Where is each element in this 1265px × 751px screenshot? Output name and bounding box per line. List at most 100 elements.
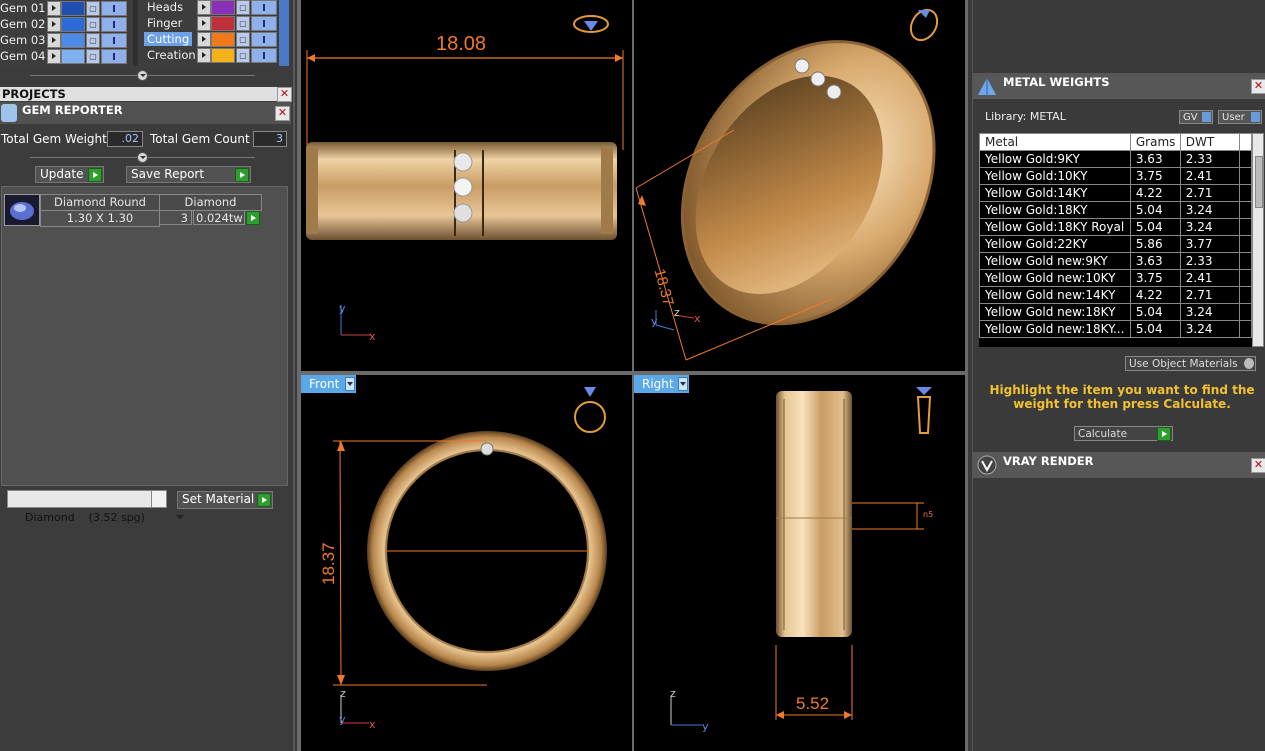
visibility-toggle-icon[interactable] <box>101 1 127 16</box>
gem-reporter-icon <box>1 104 17 122</box>
gem-layer-color[interactable] <box>61 1 85 16</box>
dwt-cell: 2.33 <box>1179 252 1241 270</box>
metal-row[interactable]: Yellow Gold:18KY Royal 5.04 3.24 <box>979 218 1252 236</box>
vray-render-title: VRAY RENDER <box>1003 454 1094 468</box>
gem-layer-label: Gem 04 <box>0 49 46 63</box>
svg-text:y: y <box>339 302 346 315</box>
viewport-right[interactable]: Right z y n5 5.52 <box>634 375 965 751</box>
metal-row[interactable]: Yellow Gold new:10KY 3.75 2.41 <box>979 269 1252 287</box>
chevron-down-icon[interactable] <box>151 491 184 519</box>
svg-text:y: y <box>339 713 346 726</box>
close-metal-weights-icon[interactable]: ✕ <box>1251 79 1265 94</box>
metal-row[interactable]: Yellow Gold new:9KY 3.63 2.33 <box>979 252 1252 270</box>
material-select[interactable]: Diamond (3.52 spg) <box>7 490 184 524</box>
set-material-button[interactable]: Set Material <box>177 491 273 509</box>
part-layer-row[interactable]: Creation ▢ <box>144 48 279 63</box>
calculate-button[interactable]: Calculate <box>1074 426 1173 441</box>
gem-layer-color[interactable] <box>61 33 85 48</box>
gem-layer-color[interactable] <box>61 49 85 64</box>
gem-layer-row[interactable]: Gem 01 ▢ <box>0 1 132 16</box>
collapse-knob[interactable] <box>137 70 148 81</box>
lock-icon[interactable]: ▢ <box>86 33 100 48</box>
grams-cell: 5.04 <box>1129 320 1181 338</box>
expand-arrow-icon[interactable] <box>47 17 61 32</box>
part-layer-color[interactable] <box>211 16 235 31</box>
dwt-cell: 3.77 <box>1179 235 1241 253</box>
gem-layer-row[interactable]: Gem 04 ▢ <box>0 49 132 64</box>
metal-row[interactable]: Yellow Gold new:18KY 5.04 3.24 <box>979 303 1252 321</box>
expand-arrow-icon[interactable] <box>197 32 211 47</box>
expand-arrow-icon[interactable] <box>47 33 61 48</box>
expand-arrow-icon[interactable] <box>47 1 61 16</box>
lock-icon[interactable]: ▢ <box>236 32 250 47</box>
visibility-toggle-icon[interactable] <box>101 17 127 32</box>
metal-name-cell: Yellow Gold new:14KY <box>979 286 1131 304</box>
metal-weights-header: METAL WEIGHTS ✕ <box>973 73 1265 99</box>
metal-name-cell: Yellow Gold new:18KY <box>979 303 1131 321</box>
metal-row[interactable]: Yellow Gold:9KY 3.63 2.33 <box>979 150 1252 168</box>
metal-row[interactable]: Yellow Gold new:14KY 4.22 2.71 <box>979 286 1252 304</box>
viewport-perspective[interactable]: y z x 18.37 <box>634 0 965 371</box>
close-gem-reporter-icon[interactable]: ✕ <box>275 106 290 121</box>
lock-icon[interactable]: ▢ <box>236 48 250 63</box>
metal-table-scrollbar[interactable] <box>1252 133 1264 347</box>
save-report-button[interactable]: Save Report <box>126 166 251 183</box>
lock-icon[interactable]: ▢ <box>86 1 100 16</box>
gem-row-go-icon[interactable] <box>246 211 260 225</box>
part-layer-color[interactable] <box>211 48 235 63</box>
expand-arrow-icon[interactable] <box>197 16 211 31</box>
svg-text:y: y <box>702 720 709 733</box>
lock-icon[interactable]: ▢ <box>86 17 100 32</box>
dwt-header[interactable]: DWT <box>1179 133 1241 151</box>
visibility-toggle-icon[interactable] <box>101 33 127 48</box>
part-layer-color[interactable] <box>211 0 235 15</box>
lock-icon[interactable]: ▢ <box>86 49 100 64</box>
svg-text:z: z <box>670 687 676 700</box>
update-button[interactable]: Update <box>35 166 104 183</box>
layer-scrollbar[interactable] <box>279 0 289 66</box>
part-layer-row[interactable]: Cutting ▢ <box>144 32 279 47</box>
scroll-thumb[interactable] <box>1255 156 1263 208</box>
metal-header[interactable]: Metal <box>979 133 1131 151</box>
part-layer-row[interactable]: Heads ▢ <box>144 0 279 15</box>
metal-row[interactable]: Yellow Gold:10KY 3.75 2.41 <box>979 167 1252 185</box>
viewport-top[interactable]: y x 18.08 <box>301 0 632 371</box>
metal-row[interactable]: Yellow Gold:18KY 5.04 3.24 <box>979 201 1252 219</box>
visibility-toggle-icon[interactable] <box>251 32 277 47</box>
grams-cell: 5.04 <box>1129 218 1181 236</box>
close-vray-icon[interactable]: ✕ <box>1251 458 1265 473</box>
expand-arrow-icon[interactable] <box>197 0 211 15</box>
metal-row[interactable]: Yellow Gold:22KY 5.86 3.77 <box>979 235 1252 253</box>
projects-bar[interactable]: PROJECTS ✕ <box>0 87 292 102</box>
part-layer-color[interactable] <box>211 32 235 47</box>
viewport-front-dropdown-icon[interactable] <box>345 377 355 391</box>
metal-row[interactable]: Yellow Gold:14KY 4.22 2.71 <box>979 184 1252 202</box>
gem-layer-label: Gem 01 <box>0 1 46 15</box>
total-gem-weight-label: Total Gem Weight <box>1 132 107 146</box>
gem-layer-row[interactable]: Gem 03 ▢ <box>0 33 132 48</box>
metal-weights-table: Metal Grams DWT Yellow Gold:9KY 3.63 2.33 Y… <box>979 133 1252 338</box>
viewport-right-dropdown-icon[interactable] <box>678 377 688 391</box>
dwt-cell: 3.24 <box>1179 201 1241 219</box>
gem-layer-color[interactable] <box>61 17 85 32</box>
gem-size-cell: 1.30 X 1.30 <box>40 210 160 227</box>
visibility-toggle-icon[interactable] <box>101 49 127 64</box>
viewport-front[interactable]: Front z y x 18.37 <box>301 375 632 751</box>
close-projects-icon[interactable]: ✕ <box>277 87 292 102</box>
gv-toggle[interactable]: GV <box>1179 110 1213 124</box>
part-layer-row[interactable]: Finger ▢ <box>144 16 279 31</box>
visibility-toggle-icon[interactable] <box>251 16 277 31</box>
use-object-materials-button[interactable]: Use Object Materials <box>1125 356 1256 371</box>
gem-thumbnail[interactable] <box>4 194 40 226</box>
lock-icon[interactable]: ▢ <box>236 0 250 15</box>
visibility-toggle-icon[interactable] <box>251 0 277 15</box>
grams-header[interactable]: Grams <box>1129 133 1181 151</box>
metal-row[interactable]: Yellow Gold new:18KY... 5.04 3.24 <box>979 320 1252 338</box>
expand-arrow-icon[interactable] <box>197 48 211 63</box>
dwt-cell: 3.24 <box>1179 320 1241 338</box>
visibility-toggle-icon[interactable] <box>251 48 277 63</box>
user-toggle[interactable]: User <box>1218 110 1262 124</box>
lock-icon[interactable]: ▢ <box>236 16 250 31</box>
expand-arrow-icon[interactable] <box>47 49 61 64</box>
gem-layer-row[interactable]: Gem 02 ▢ <box>0 17 132 32</box>
